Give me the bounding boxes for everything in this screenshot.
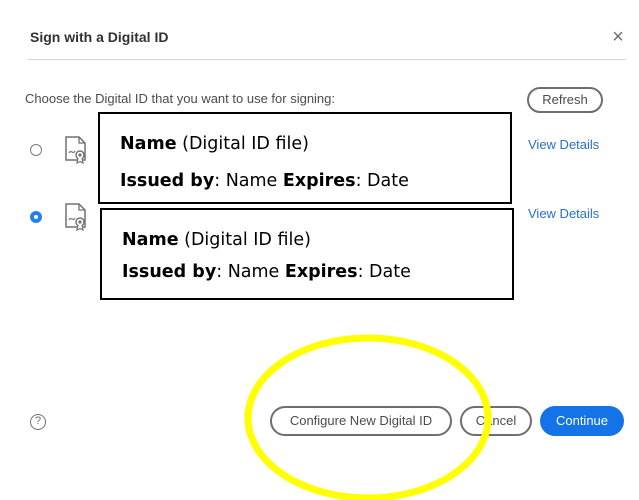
id-type: (Digital ID file) [178,230,311,250]
id-type: (Digital ID file) [176,134,309,154]
id-name: Name [120,134,177,154]
id-radio-1[interactable] [30,144,42,156]
digital-id-card-2[interactable]: Name (Digital ID file) Issued by: Name E… [100,208,514,300]
cancel-button[interactable]: Cancel [460,406,532,436]
configure-new-digital-id-button[interactable]: Configure New Digital ID [270,406,452,436]
id-name: Name [122,230,179,250]
continue-button[interactable]: Continue [540,406,624,436]
issued-by-label: Issued by [122,262,217,282]
issued-by-value: : Name [216,262,285,282]
close-icon[interactable]: × [607,26,629,48]
certificate-icon [65,203,86,231]
issued-by-value: : Name [214,171,283,191]
refresh-button[interactable]: Refresh [527,87,603,113]
help-icon[interactable]: ? [30,414,46,430]
expires-label: Expires [282,171,356,191]
dialog-title: Sign with a Digital ID [30,29,169,45]
sign-dialog: Sign with a Digital ID × Choose the Digi… [0,0,639,500]
choose-prompt: Choose the Digital ID that you want to u… [25,91,336,106]
view-details-link-2[interactable]: View Details [528,206,599,221]
view-details-link-1[interactable]: View Details [528,137,599,152]
expires-value: : Date [357,262,411,282]
digital-id-card-1[interactable]: Name (Digital ID file) Issued by: Name E… [98,112,512,204]
title-divider [28,59,626,60]
certificate-icon [65,136,86,164]
expires-value: : Date [355,171,409,191]
id-radio-2[interactable] [30,211,42,223]
expires-label: Expires [284,262,358,282]
issued-by-label: Issued by [120,171,215,191]
